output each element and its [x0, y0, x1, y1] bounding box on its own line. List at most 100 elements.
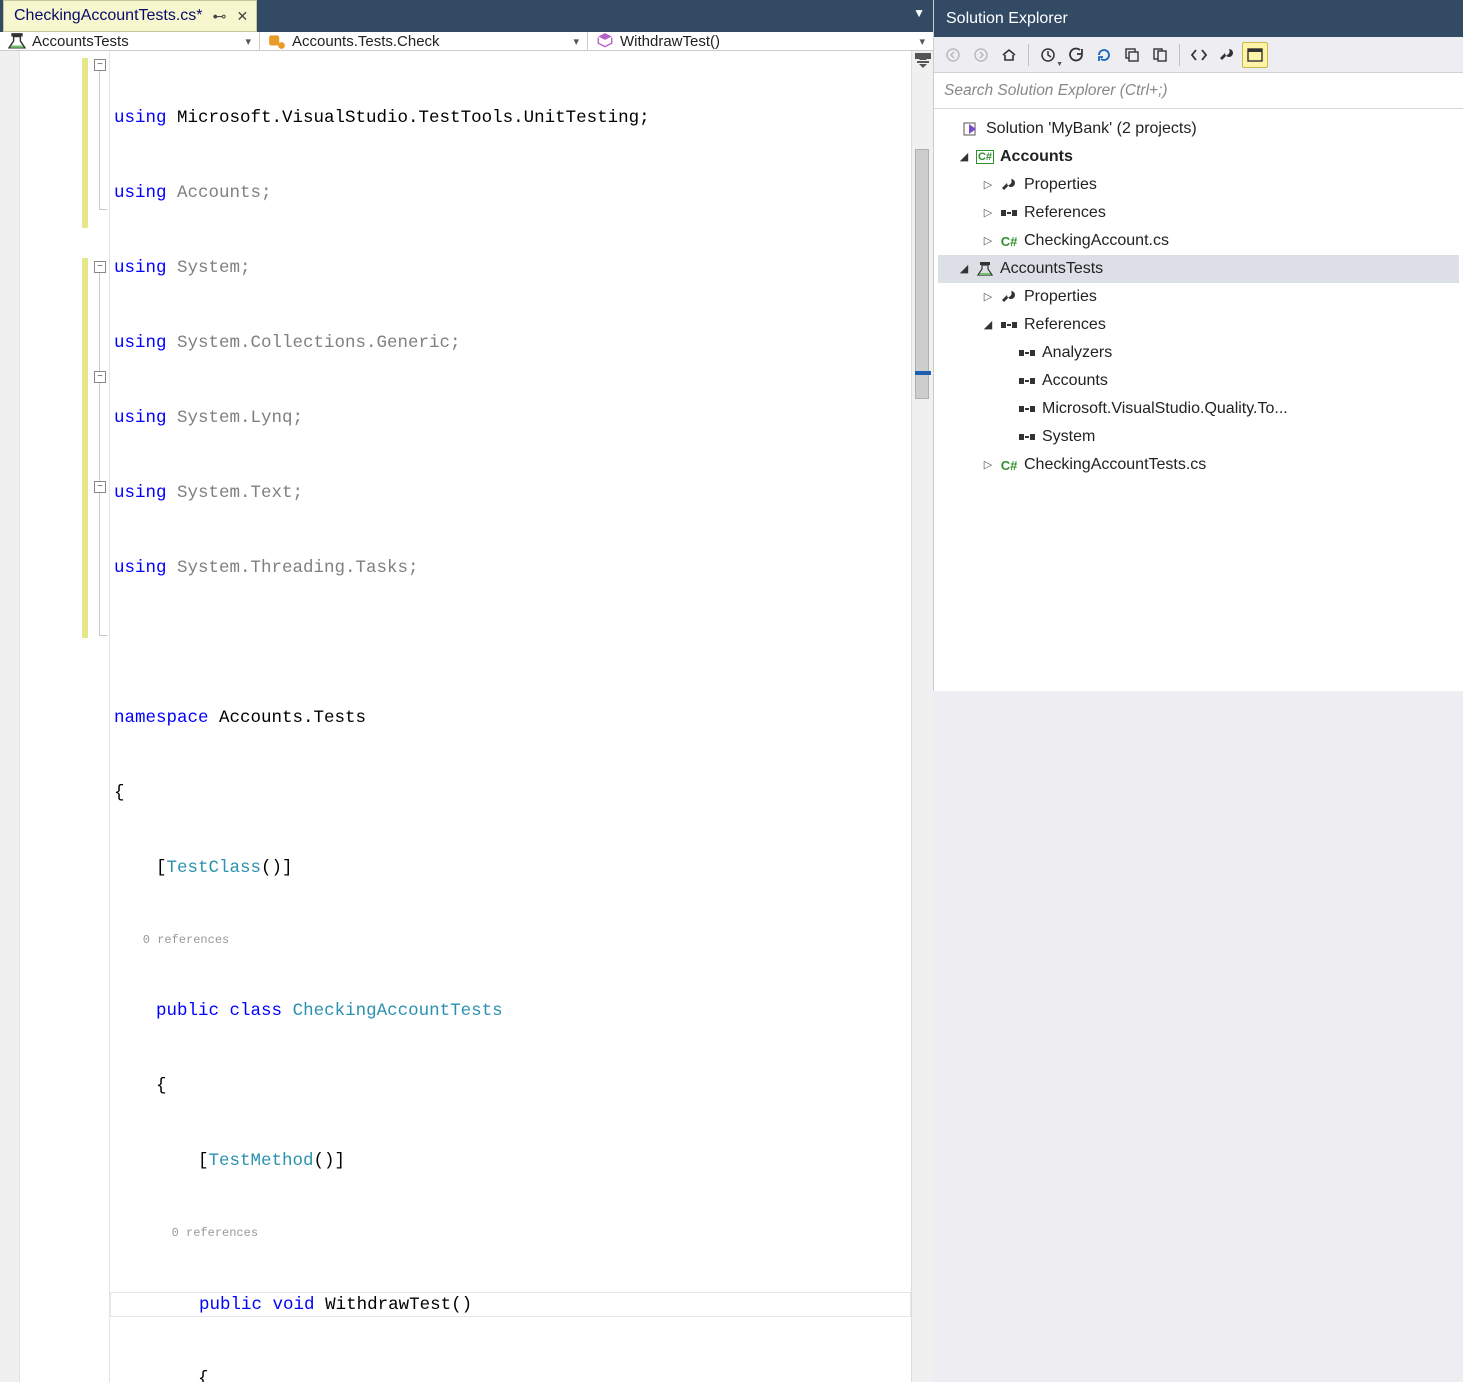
node-label: Analyzers [1042, 344, 1112, 362]
toolbar-separator [1028, 44, 1029, 66]
nav-project-label: AccountsTests [32, 33, 129, 50]
split-grip-icon[interactable] [915, 55, 931, 67]
method-sig: WithdrawTest() [315, 1295, 473, 1315]
kw-using: using [114, 258, 167, 278]
collapse-toggle[interactable]: − [94, 261, 106, 273]
document-tabstrip: CheckingAccountTests.cs* ⊷ ✕ ▼ [0, 0, 933, 32]
reference-icon [1018, 344, 1036, 362]
code-text: Microsoft.VisualStudio.TestTools.UnitTes… [167, 108, 650, 128]
document-tab-checkingaccounttests[interactable]: CheckingAccountTests.cs* ⊷ ✕ [3, 0, 257, 32]
active-files-dropdown-icon[interactable]: ▼ [913, 6, 925, 20]
scrollbar-thumb[interactable] [915, 149, 929, 399]
outline-cap [99, 635, 107, 636]
nav-project-dropdown[interactable]: AccountsTests ▾ [0, 32, 260, 50]
outlining-margin: − − − − [92, 51, 110, 1382]
node-label: CheckingAccount.cs [1024, 232, 1169, 250]
preview-selected-items-button[interactable] [1242, 42, 1268, 68]
brace: { [114, 783, 125, 803]
kw-using: using [114, 333, 167, 353]
properties-node[interactable]: ▷ Properties [938, 283, 1459, 311]
reference-icon [1018, 372, 1036, 390]
reference-icon [1018, 428, 1036, 446]
code-area[interactable]: using Microsoft.VisualStudio.TestTools.U… [110, 51, 911, 1382]
codelens-references[interactable]: 0 references [110, 931, 911, 949]
collapse-toggle[interactable]: − [94, 481, 106, 493]
node-label: Properties [1024, 288, 1097, 306]
reference-ms-vs-quality[interactable]: Microsoft.VisualStudio.Quality.To... [938, 395, 1459, 423]
test-project-icon [8, 32, 26, 50]
solution-explorer-toolbar: ▼ [934, 37, 1463, 73]
refresh-button[interactable] [1091, 42, 1117, 68]
selection-margin [0, 51, 20, 1382]
project-accountstests[interactable]: ◢ AccountsTests [938, 255, 1459, 283]
expand-arrow-icon[interactable]: ◢ [958, 262, 970, 275]
search-input[interactable] [934, 73, 1463, 108]
expand-arrow-icon[interactable]: ◢ [982, 318, 994, 331]
codelens-text: 0 references [114, 933, 229, 947]
code-text [282, 1001, 293, 1021]
reference-analyzers[interactable]: Analyzers [938, 339, 1459, 367]
solution-tree[interactable]: Solution 'MyBank' (2 projects) ◢ C# Acco… [934, 109, 1463, 691]
blank-line [110, 631, 911, 656]
outline-cap [99, 209, 107, 210]
code-text [219, 1001, 230, 1021]
collapse-all-button[interactable] [1119, 42, 1145, 68]
nav-member-label: WithdrawTest() [620, 33, 720, 50]
outline-line [99, 71, 100, 209]
nav-member-dropdown[interactable]: WithdrawTest() ▾ [588, 32, 933, 50]
file-checkingaccount[interactable]: ▷ C# CheckingAccount.cs [938, 227, 1459, 255]
kw-using: using [114, 408, 167, 428]
nav-forward-button[interactable] [968, 42, 994, 68]
properties-button[interactable] [1214, 42, 1240, 68]
sync-active-document-button[interactable] [1063, 42, 1089, 68]
expand-arrow-icon[interactable]: ◢ [958, 150, 970, 163]
kw-public: public [156, 1001, 219, 1021]
change-marker [82, 258, 88, 638]
expand-arrow-icon[interactable]: ▷ [982, 458, 994, 471]
pin-icon[interactable]: ⊷ [213, 8, 227, 25]
collapse-toggle[interactable]: − [94, 371, 106, 383]
expand-arrow-icon[interactable]: ▷ [982, 206, 994, 219]
collapse-toggle[interactable]: − [94, 59, 106, 71]
code-text: Accounts.Tests [209, 708, 367, 728]
change-marker-strip [20, 51, 92, 1382]
code-editor[interactable]: − − − − using Microsoft.VisualStudio.Tes… [0, 51, 933, 1382]
nav-back-button[interactable] [940, 42, 966, 68]
node-label: Accounts [1042, 372, 1108, 390]
reference-system[interactable]: System [938, 423, 1459, 451]
solution-node[interactable]: Solution 'MyBank' (2 projects) [938, 115, 1459, 143]
close-icon[interactable]: ✕ [237, 8, 249, 25]
solution-explorer-search[interactable] [934, 73, 1463, 109]
pending-changes-filter-button[interactable]: ▼ [1035, 42, 1061, 68]
node-label: References [1024, 204, 1106, 222]
expand-arrow-icon[interactable]: ▷ [982, 290, 994, 303]
project-label: AccountsTests [1000, 260, 1103, 278]
attr-testmethod: TestMethod [209, 1151, 314, 1171]
code-text: ()] [314, 1151, 346, 1171]
kw-using: using [114, 183, 167, 203]
solution-label: Solution 'MyBank' (2 projects) [986, 120, 1197, 138]
caret-position-marker [915, 371, 931, 375]
file-checkingaccounttests[interactable]: ▷ C# CheckingAccountTests.cs [938, 451, 1459, 479]
home-button[interactable] [996, 42, 1022, 68]
class-name: CheckingAccountTests [293, 1001, 503, 1021]
document-tab-title: CheckingAccountTests.cs* [14, 7, 203, 25]
expand-arrow-icon[interactable]: ▷ [982, 178, 994, 191]
nav-type-dropdown[interactable]: Accounts.Tests.Check ▾ [260, 32, 588, 50]
show-all-files-button[interactable] [1147, 42, 1173, 68]
brace: { [114, 1369, 209, 1382]
codelens-references[interactable]: 0 references [110, 1224, 911, 1242]
view-code-button[interactable] [1186, 42, 1212, 68]
properties-node[interactable]: ▷ Properties [938, 171, 1459, 199]
node-label: System [1042, 428, 1095, 446]
wrench-icon [1000, 288, 1018, 306]
references-node[interactable]: ◢ References [938, 311, 1459, 339]
references-node[interactable]: ▷ References [938, 199, 1459, 227]
expand-arrow-icon[interactable]: ▷ [982, 234, 994, 247]
code-text: System.Lynq; [167, 408, 304, 428]
vertical-scrollbar[interactable] [911, 51, 933, 1382]
project-accounts[interactable]: ◢ C# Accounts [938, 143, 1459, 171]
toolbar-separator [1179, 44, 1180, 66]
reference-accounts[interactable]: Accounts [938, 367, 1459, 395]
solution-explorer-title[interactable]: Solution Explorer [934, 0, 1463, 37]
